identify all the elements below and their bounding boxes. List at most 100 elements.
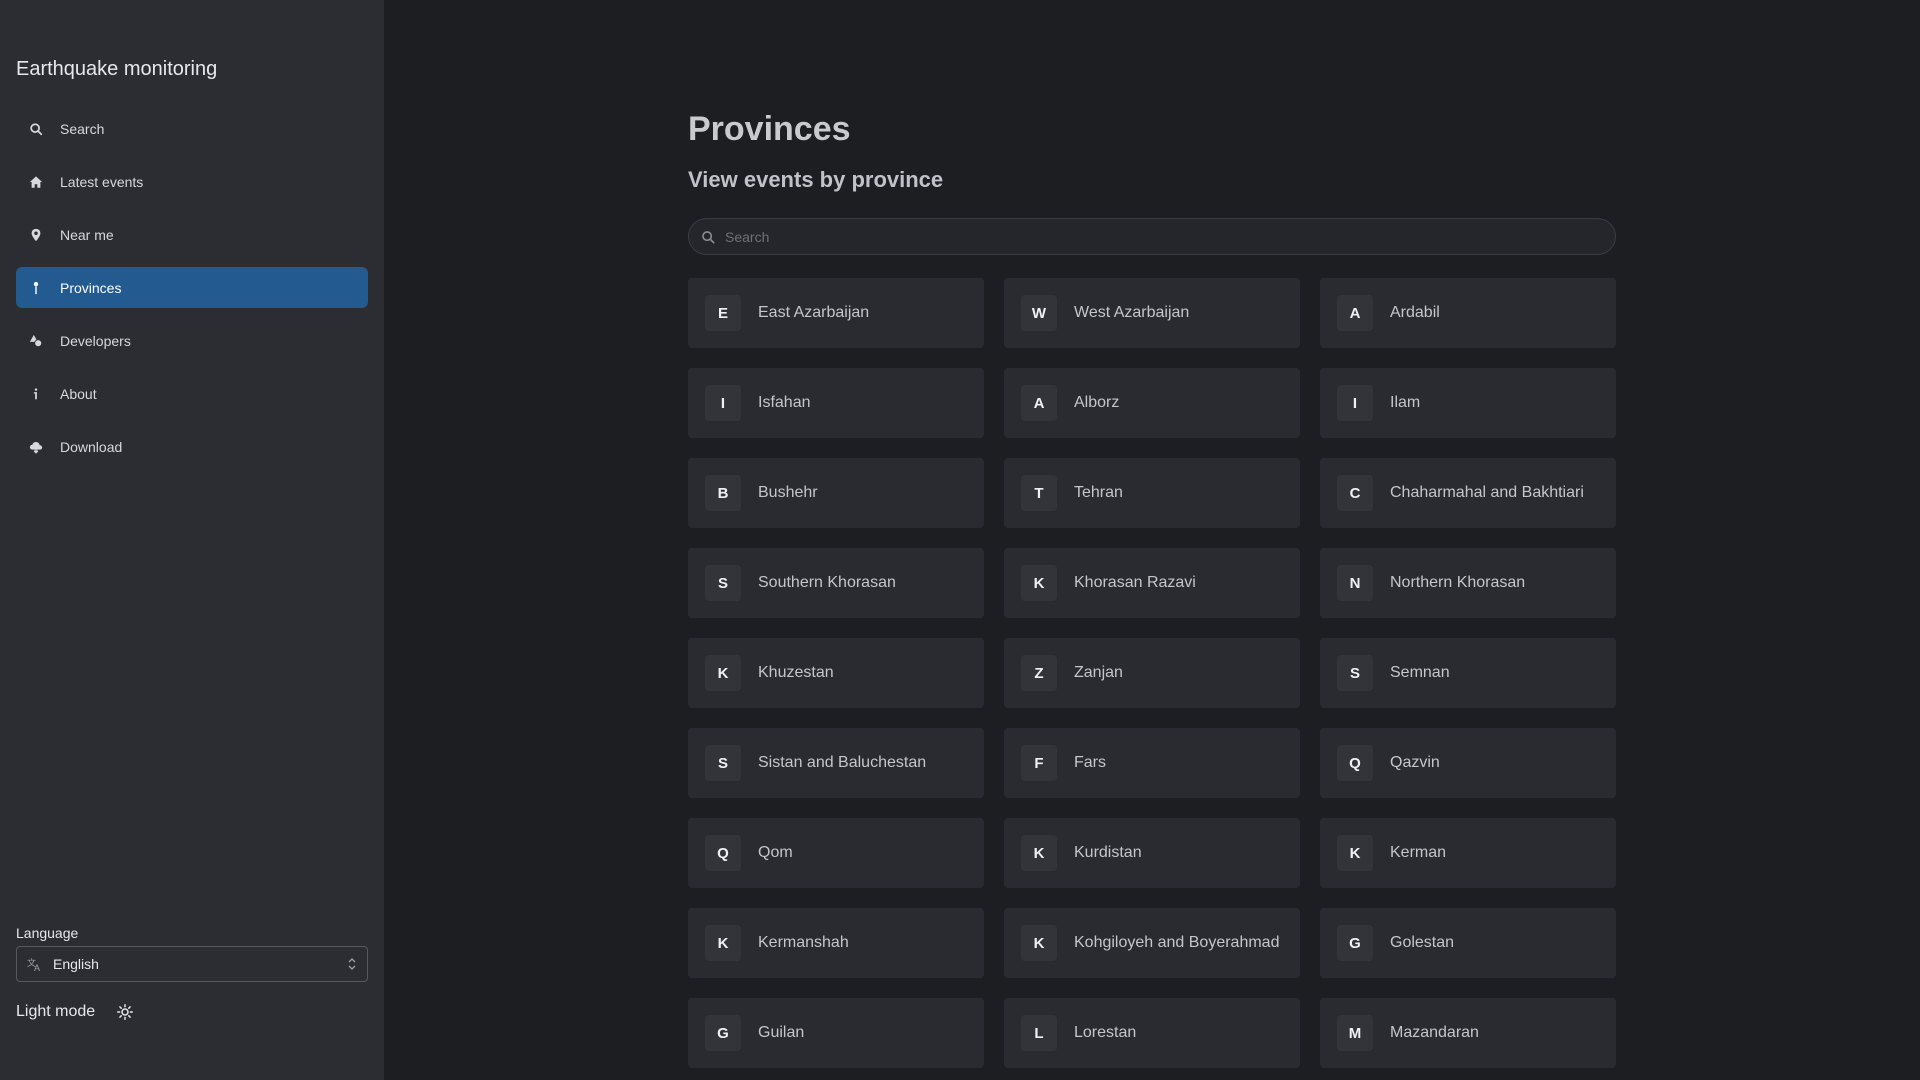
province-card[interactable]: S Sistan and Baluchestan	[688, 728, 984, 798]
province-name: Qazvin	[1390, 754, 1440, 771]
province-initial-avatar: K	[1021, 565, 1057, 601]
province-initial-avatar: K	[1021, 925, 1057, 961]
sidebar-item-search[interactable]: Search	[16, 108, 368, 149]
info-icon	[28, 386, 44, 402]
province-name: Golestan	[1390, 934, 1455, 951]
province-card[interactable]: T Tehran	[1004, 458, 1300, 528]
sidebar-item-near-me[interactable]: Near me	[16, 214, 368, 255]
province-initial-avatar: C	[1337, 475, 1373, 511]
map-pin-icon	[28, 280, 44, 296]
province-name: Mazandaran	[1390, 1024, 1479, 1041]
province-card[interactable]: G Guilan	[688, 998, 984, 1068]
province-card[interactable]: C Chaharmahal and Bakhtiari	[1320, 458, 1616, 528]
province-card[interactable]: I Ilam	[1320, 368, 1616, 438]
province-name: Khuzestan	[758, 664, 834, 681]
province-card[interactable]: I Isfahan	[688, 368, 984, 438]
province-initial-avatar: T	[1021, 475, 1057, 511]
province-name: West Azarbaijan	[1074, 304, 1190, 321]
sidebar: Earthquake monitoring Search Latest even…	[0, 0, 384, 1080]
province-initial-avatar: K	[1021, 835, 1057, 871]
province-name: East Azarbaijan	[758, 304, 870, 321]
sidebar-item-label: Search	[60, 120, 105, 137]
province-grid: E East Azarbaijan W West Azarbaijan A Ardabil…	[688, 278, 1616, 1068]
province-initial-avatar: S	[1337, 655, 1373, 691]
province-card[interactable]: G Golestan	[1320, 908, 1616, 978]
language-value: English	[53, 956, 99, 972]
province-card[interactable]: E East Azarbaijan	[688, 278, 984, 348]
province-name: Kohgiloyeh and Boyerahmad	[1074, 934, 1280, 951]
sidebar-item-latest-events[interactable]: Latest events	[16, 161, 368, 202]
province-name: Chaharmahal and Bakhtiari	[1390, 484, 1584, 501]
province-initial-avatar: S	[705, 745, 741, 781]
province-card[interactable]: K Kerman	[1320, 818, 1616, 888]
location-pin-icon	[28, 227, 44, 243]
province-name: Tehran	[1074, 484, 1123, 501]
province-card[interactable]: A Alborz	[1004, 368, 1300, 438]
province-card[interactable]: A Ardabil	[1320, 278, 1616, 348]
sidebar-item-label: Download	[60, 438, 123, 455]
province-initial-avatar: F	[1021, 745, 1057, 781]
province-initial-avatar: A	[1021, 385, 1057, 421]
province-search-input[interactable]	[725, 228, 1585, 245]
language-select[interactable]: 文A English	[16, 946, 368, 982]
sidebar-item-provinces[interactable]: Provinces	[16, 267, 368, 308]
sidebar-item-label: Developers	[60, 332, 131, 349]
province-name: Alborz	[1074, 394, 1120, 411]
province-name: Lorestan	[1074, 1024, 1137, 1041]
sidebar-item-label: About	[60, 385, 97, 402]
province-name: Khorasan Razavi	[1074, 574, 1196, 591]
sidebar-item-developers[interactable]: Developers	[16, 320, 368, 361]
province-card[interactable]: F Fars	[1004, 728, 1300, 798]
province-initial-avatar: B	[705, 475, 741, 511]
province-card[interactable]: K Khuzestan	[688, 638, 984, 708]
province-initial-avatar: Q	[705, 835, 741, 871]
province-initial-avatar: K	[705, 925, 741, 961]
province-name: Isfahan	[758, 394, 811, 411]
svg-text:A: A	[34, 963, 40, 972]
province-card[interactable]: N Northern Khorasan	[1320, 548, 1616, 618]
province-name: Sistan and Baluchestan	[758, 754, 927, 771]
province-initial-avatar: I	[705, 385, 741, 421]
sidebar-item-download[interactable]: Download	[16, 426, 368, 467]
theme-toggle[interactable]: Light mode	[16, 1003, 134, 1021]
province-initial-avatar: G	[1337, 925, 1373, 961]
province-card[interactable]: S Southern Khorasan	[688, 548, 984, 618]
province-name: Northern Khorasan	[1390, 574, 1526, 591]
province-name: Fars	[1074, 754, 1106, 771]
province-card[interactable]: Z Zanjan	[1004, 638, 1300, 708]
province-initial-avatar: W	[1021, 295, 1057, 331]
main-content: Provinces View events by province E East …	[384, 0, 1920, 1080]
province-name: Ardabil	[1390, 304, 1440, 321]
province-card[interactable]: W West Azarbaijan	[1004, 278, 1300, 348]
language-label: Language	[16, 925, 79, 941]
sidebar-nav: Search Latest events Near me Provinces D…	[16, 108, 368, 479]
province-name: Kerman	[1390, 844, 1447, 861]
province-initial-avatar: G	[705, 1015, 741, 1051]
province-card[interactable]: Q Qazvin	[1320, 728, 1616, 798]
province-name: Kermanshah	[758, 934, 849, 951]
province-name: Bushehr	[758, 484, 818, 501]
province-name: Guilan	[758, 1024, 805, 1041]
province-name: Semnan	[1390, 664, 1450, 681]
sidebar-item-about[interactable]: About	[16, 373, 368, 414]
page-title: Provinces	[688, 110, 851, 148]
province-initial-avatar: K	[705, 655, 741, 691]
province-card[interactable]: Q Qom	[688, 818, 984, 888]
province-card[interactable]: M Mazandaran	[1320, 998, 1616, 1068]
app-root: Earthquake monitoring Search Latest even…	[0, 0, 1920, 1080]
province-initial-avatar: Q	[1337, 745, 1373, 781]
province-card[interactable]: K Kurdistan	[1004, 818, 1300, 888]
province-card[interactable]: K Kermanshah	[688, 908, 984, 978]
province-name: Zanjan	[1074, 664, 1123, 681]
province-card[interactable]: K Kohgiloyeh and Boyerahmad	[1004, 908, 1300, 978]
province-card[interactable]: K Khorasan Razavi	[1004, 548, 1300, 618]
province-initial-avatar: M	[1337, 1015, 1373, 1051]
province-card[interactable]: L Lorestan	[1004, 998, 1300, 1068]
province-card[interactable]: S Semnan	[1320, 638, 1616, 708]
province-card[interactable]: B Bushehr	[688, 458, 984, 528]
province-name: Ilam	[1390, 394, 1421, 411]
province-initial-avatar: S	[705, 565, 741, 601]
province-name: Kurdistan	[1074, 844, 1142, 861]
sidebar-item-label: Near me	[60, 226, 114, 243]
sun-icon	[117, 1004, 134, 1020]
